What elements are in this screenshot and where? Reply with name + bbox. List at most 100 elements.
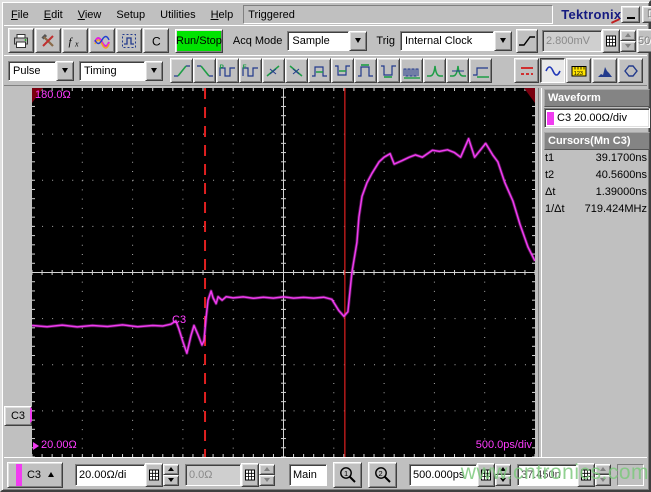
maximize-button[interactable]: ❐	[642, 6, 651, 23]
trig-label: Trig	[376, 34, 395, 47]
readout-label: 1/Δt	[545, 203, 565, 215]
channel-select-button[interactable]: C3	[7, 461, 63, 488]
measure-category-dropdown-button[interactable]	[56, 60, 74, 81]
keypad-button[interactable]	[241, 462, 259, 487]
channel-c-button[interactable]: C	[143, 28, 169, 53]
trig-slope-button[interactable]	[515, 28, 538, 53]
menu-bar: File Edit View Setup Utilities Help Triggered…	[4, 4, 651, 25]
keypad-button[interactable]	[577, 462, 595, 487]
cursor-readout-row: t1 39.1700ns	[543, 150, 651, 167]
fx-button[interactable]: fx	[62, 28, 88, 53]
positive-duty-cycle-button[interactable]	[354, 58, 377, 83]
acq-mode-select[interactable]: Sample	[287, 30, 368, 51]
acq-mode-label: Acq Mode	[232, 34, 283, 47]
fx-icon: fx	[67, 33, 83, 49]
trig-dropdown-button[interactable]	[493, 30, 512, 51]
menu-help[interactable]: Help	[204, 6, 242, 24]
printer-button[interactable]	[8, 28, 34, 53]
magnifier-2-icon: 2	[373, 466, 393, 484]
waveform-icon	[94, 33, 110, 49]
negative-duty-cycle-button[interactable]	[377, 58, 400, 83]
minimize-button[interactable]	[621, 6, 641, 23]
vertical-offset-group: 0.0Ω	[185, 462, 275, 487]
svg-text:1: 1	[344, 469, 348, 478]
vertical-offset-field[interactable]: 0.0Ω	[185, 463, 241, 486]
measurement-ruler-button[interactable]: 123	[566, 58, 591, 83]
readout-value: 1.39000ns	[595, 186, 647, 198]
waveform-display-icon	[544, 63, 561, 79]
period-button[interactable]: P	[216, 58, 239, 83]
waveform-entry[interactable]: C3 20.00Ω/div	[544, 108, 650, 128]
menu-view[interactable]: View	[71, 6, 110, 24]
positive-crossing-button[interactable]	[262, 58, 285, 83]
trig-level-spinner[interactable]	[619, 29, 636, 52]
waveform-plot[interactable]: 180.0Ω 20.00Ω 500.0ps/div C3	[31, 87, 537, 458]
keypad-icon	[481, 469, 491, 481]
panel-divider	[538, 88, 542, 457]
channel-marker[interactable]: C3	[4, 406, 32, 426]
magnifier-2-button[interactable]: 2	[368, 461, 397, 488]
trigger-status-text: Triggered	[248, 8, 295, 21]
negative-peak-button[interactable]	[446, 58, 469, 83]
menu-utilities[interactable]: Utilities	[153, 6, 203, 24]
readout-value: 719.424MHz	[584, 203, 647, 215]
vertical-scale-field[interactable]: 20.00Ω/di	[75, 463, 145, 486]
measure-group-dropdown-button[interactable]	[145, 60, 163, 81]
svg-text:2: 2	[378, 469, 382, 478]
run-stop-button[interactable]: Run/Stop	[175, 28, 223, 53]
waveform-display-button[interactable]	[540, 58, 565, 83]
keypad-button[interactable]	[477, 462, 495, 487]
settling-time-button[interactable]	[469, 58, 492, 83]
negative-width-button[interactable]	[331, 58, 354, 83]
svg-text:F: F	[242, 64, 246, 71]
measure-group-select[interactable]: Timing	[79, 60, 163, 81]
magnifier-1-button[interactable]: 1	[333, 461, 362, 488]
measure-group-value: Timing	[79, 60, 145, 81]
spin-down-icon	[168, 478, 174, 482]
chevron-down-icon	[151, 68, 157, 73]
positive-width-button[interactable]	[308, 58, 331, 83]
positive-width-icon	[311, 63, 329, 79]
spin-down-icon	[600, 478, 606, 482]
histogram-button[interactable]	[592, 58, 617, 83]
select-pulse-button[interactable]	[116, 28, 142, 53]
positive-peak-button[interactable]	[423, 58, 446, 83]
tools-button[interactable]	[35, 28, 61, 53]
fall-time-button[interactable]	[193, 58, 216, 83]
spin-up-icon	[500, 467, 506, 471]
waveform-button[interactable]	[89, 28, 115, 53]
spin-down-icon	[624, 44, 631, 48]
channel-c-icon: C	[148, 33, 164, 49]
mask-test-button[interactable]	[618, 58, 643, 83]
acq-mode-dropdown-button[interactable]	[349, 30, 368, 51]
set-50-percent-button[interactable]: 50%	[636, 28, 651, 53]
burst-width-button[interactable]	[400, 58, 423, 83]
trig-level-field[interactable]: 2.800mV	[541, 29, 602, 52]
horizontal-scale-field[interactable]: 500.000ps	[409, 463, 477, 486]
menu-file[interactable]: File	[4, 6, 37, 24]
trig-source-select[interactable]: Internal Clock	[399, 30, 512, 51]
vertical-offset-spinner[interactable]	[259, 463, 275, 486]
frequency-icon: F	[241, 63, 260, 79]
maximize-icon: ❐	[647, 9, 651, 20]
keypad-button[interactable]	[601, 28, 620, 53]
horizontal-cursors-button[interactable]	[514, 58, 539, 83]
horizontal-position-field[interactable]: 37.450n	[517, 463, 577, 486]
horizontal-scale-spinner[interactable]	[495, 463, 511, 486]
frequency-button[interactable]: F	[239, 58, 262, 83]
rise-time-button[interactable]	[170, 58, 193, 83]
menu-setup[interactable]: Setup	[109, 6, 153, 24]
acq-mode-value: Sample	[287, 30, 350, 51]
display-area: C3 180.0Ω 20.00Ω 500.0ps/div C3 Waveform…	[4, 85, 650, 458]
keypad-button[interactable]	[145, 462, 163, 487]
readout-value: 39.1700ns	[595, 152, 647, 164]
measure-category-select[interactable]: Pulse	[8, 60, 74, 81]
menu-edit[interactable]: Edit	[37, 6, 71, 24]
negative-crossing-button[interactable]	[285, 58, 308, 83]
horizontal-position-spinner[interactable]	[595, 463, 611, 486]
keypad-icon	[245, 469, 255, 481]
trig-level-group: 2.800mV	[541, 28, 636, 53]
vertical-scale-group: 20.00Ω/di	[75, 462, 179, 487]
period-icon: P	[218, 63, 237, 79]
vertical-scale-spinner[interactable]	[163, 463, 179, 486]
